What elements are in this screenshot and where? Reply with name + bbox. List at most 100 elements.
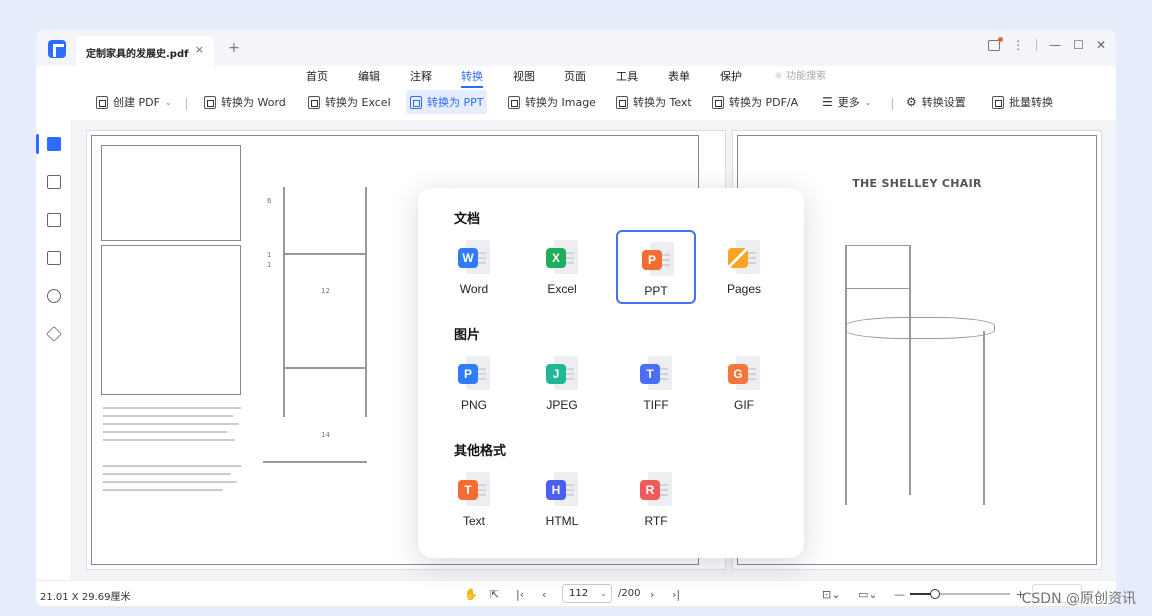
convert-settings-button[interactable]: ⚙ 转换设置 bbox=[902, 90, 970, 114]
comments-button[interactable] bbox=[46, 212, 62, 228]
more-options-icon[interactable]: ⋮ bbox=[1012, 38, 1024, 52]
description-line bbox=[103, 489, 223, 491]
convert-settings-label: 转换设置 bbox=[921, 96, 966, 109]
close-tab-icon[interactable]: × bbox=[195, 43, 204, 56]
format-label: JPEG bbox=[546, 398, 578, 412]
convert-toolbar: 创建 PDF ⌄ 转换为 Word 转换为 Excel 转换为 PPT 转换为 … bbox=[36, 88, 1116, 118]
pages-file-icon bbox=[728, 240, 760, 276]
chevron-down-icon: ⌄ bbox=[164, 97, 172, 107]
menu-bar: 首页 编辑 注释 转换 视图 页面 工具 表单 保护 ☼ 功能搜索 bbox=[36, 66, 1116, 88]
batch-icon bbox=[992, 95, 1004, 109]
format-badge: W bbox=[458, 248, 478, 268]
base-line bbox=[263, 461, 367, 463]
new-tab-icon[interactable]: + bbox=[228, 40, 240, 56]
layers-icon bbox=[46, 326, 62, 342]
menu-item-comment[interactable]: 注释 bbox=[410, 68, 432, 84]
word-file-icon bbox=[204, 95, 216, 109]
feature-search[interactable]: ☼ 功能搜索 bbox=[774, 67, 826, 82]
excel-file-icon bbox=[308, 95, 320, 109]
dimension-label: 1 bbox=[267, 251, 272, 259]
previous-page-icon[interactable]: ‹ bbox=[542, 588, 546, 601]
select-tool-icon[interactable]: ⇱ bbox=[490, 588, 499, 601]
format-badge: J bbox=[546, 364, 566, 384]
format-badge: T bbox=[458, 480, 478, 500]
bookmarks-button[interactable] bbox=[46, 174, 62, 190]
menu-item-view[interactable]: 视图 bbox=[513, 68, 535, 84]
format-option-word[interactable]: W Word bbox=[434, 230, 514, 304]
menu-item-tools[interactable]: 工具 bbox=[616, 68, 638, 84]
convert-to-excel-label: 转换为 Excel bbox=[325, 96, 391, 109]
last-page-icon[interactable]: ›| bbox=[672, 588, 680, 601]
close-window-icon[interactable]: ✕ bbox=[1096, 38, 1106, 52]
format-badge bbox=[728, 248, 748, 268]
convert-to-word-button[interactable]: 转换为 Word bbox=[200, 90, 290, 114]
zoom-out-icon[interactable]: — bbox=[894, 588, 905, 601]
create-pdf-button[interactable]: 创建 PDF ⌄ bbox=[92, 90, 176, 114]
chair-leg-line bbox=[365, 187, 367, 417]
divider bbox=[186, 98, 187, 110]
search-button[interactable] bbox=[46, 288, 62, 304]
bookmark-icon bbox=[47, 175, 61, 189]
format-label: RTF bbox=[644, 514, 668, 528]
description-line bbox=[103, 439, 235, 441]
feature-search-placeholder: 功能搜索 bbox=[786, 71, 827, 82]
format-label: Pages bbox=[726, 282, 762, 296]
status-bar: 21.01 X 29.69厘米 ✋ ⇱ |‹ ‹ 112 ⌄ /200 › ›|… bbox=[36, 580, 1116, 606]
format-option-rtf[interactable]: R RTF bbox=[616, 462, 696, 536]
convert-to-excel-button[interactable]: 转换为 Excel bbox=[304, 90, 395, 114]
convert-to-pdfa-label: 转换为 PDF/A bbox=[729, 96, 799, 109]
convert-to-ppt-button[interactable]: 转换为 PPT bbox=[406, 90, 488, 114]
convert-to-image-button[interactable]: 转换为 Image bbox=[504, 90, 600, 114]
format-label: PPT bbox=[644, 284, 668, 298]
menu-item-home[interactable]: 首页 bbox=[306, 68, 328, 84]
zoom-slider-handle[interactable] bbox=[930, 589, 940, 599]
menu-item-form[interactable]: 表单 bbox=[668, 68, 690, 84]
dimension-label: 6 bbox=[267, 197, 272, 205]
convert-to-pdfa-button[interactable]: 转换为 PDF/A bbox=[708, 90, 802, 114]
format-option-tiff[interactable]: T TIFF bbox=[616, 346, 696, 420]
menu-item-edit[interactable]: 编辑 bbox=[358, 68, 380, 84]
format-option-excel[interactable]: X Excel bbox=[522, 230, 602, 304]
format-option-ppt[interactable]: P PPT bbox=[616, 230, 696, 304]
app-window: 定制家具的发展史.pdf × + ⋮ — ☐ ✕ 首页 编辑 注释 转换 视图 … bbox=[36, 30, 1116, 606]
format-option-gif[interactable]: G GIF bbox=[704, 346, 784, 420]
layers-button[interactable] bbox=[46, 326, 62, 342]
attachments-button[interactable] bbox=[46, 250, 62, 266]
description-line bbox=[103, 423, 239, 425]
format-option-jpeg[interactable]: J JPEG bbox=[522, 346, 602, 420]
format-badge: P bbox=[458, 364, 478, 384]
batch-convert-label: 批量转换 bbox=[1009, 96, 1053, 109]
maximize-icon[interactable]: ☐ bbox=[1073, 38, 1084, 52]
menu-item-protect[interactable]: 保护 bbox=[720, 68, 742, 84]
format-option-text[interactable]: T Text bbox=[434, 462, 514, 536]
list-icon: ☰ bbox=[822, 95, 833, 109]
menu-item-page[interactable]: 页面 bbox=[564, 68, 586, 84]
format-option-png[interactable]: P PNG bbox=[434, 346, 514, 420]
batch-convert-button[interactable]: 批量转换 bbox=[988, 90, 1057, 114]
document-tab[interactable]: 定制家具的发展史.pdf × bbox=[76, 36, 214, 66]
minimize-icon[interactable]: — bbox=[1049, 38, 1061, 52]
hand-tool-icon[interactable]: ✋ bbox=[464, 588, 478, 601]
convert-to-word-label: 转换为 Word bbox=[221, 96, 286, 109]
format-label: Word bbox=[459, 282, 489, 296]
text-file-icon bbox=[616, 95, 628, 109]
rail-line bbox=[283, 367, 367, 369]
current-page-input[interactable]: 112 ⌄ bbox=[562, 584, 612, 603]
search-icon bbox=[47, 289, 61, 303]
png-file-icon: P bbox=[458, 356, 490, 392]
convert-to-text-label: 转换为 Text bbox=[633, 96, 692, 109]
fit-page-icon[interactable]: ⊡⌄ bbox=[822, 588, 840, 601]
convert-to-text-button[interactable]: 转换为 Text bbox=[612, 90, 696, 114]
page-layout-icon[interactable]: ▭⌄ bbox=[858, 588, 878, 601]
format-option-pages[interactable]: Pages bbox=[704, 230, 784, 304]
rtf-file-icon: R bbox=[640, 472, 672, 508]
jpeg-file-icon: J bbox=[546, 356, 578, 392]
zoom-slider[interactable] bbox=[910, 589, 1010, 599]
more-formats-button[interactable]: ☰ 更多 ⌄ bbox=[818, 90, 875, 114]
thumbnails-button[interactable] bbox=[36, 134, 62, 154]
next-page-icon[interactable]: › bbox=[650, 588, 654, 601]
format-option-html[interactable]: H HTML bbox=[522, 462, 602, 536]
menu-item-convert[interactable]: 转换 bbox=[461, 68, 483, 88]
feedback-icon[interactable] bbox=[988, 36, 1004, 51]
first-page-icon[interactable]: |‹ bbox=[516, 588, 524, 601]
